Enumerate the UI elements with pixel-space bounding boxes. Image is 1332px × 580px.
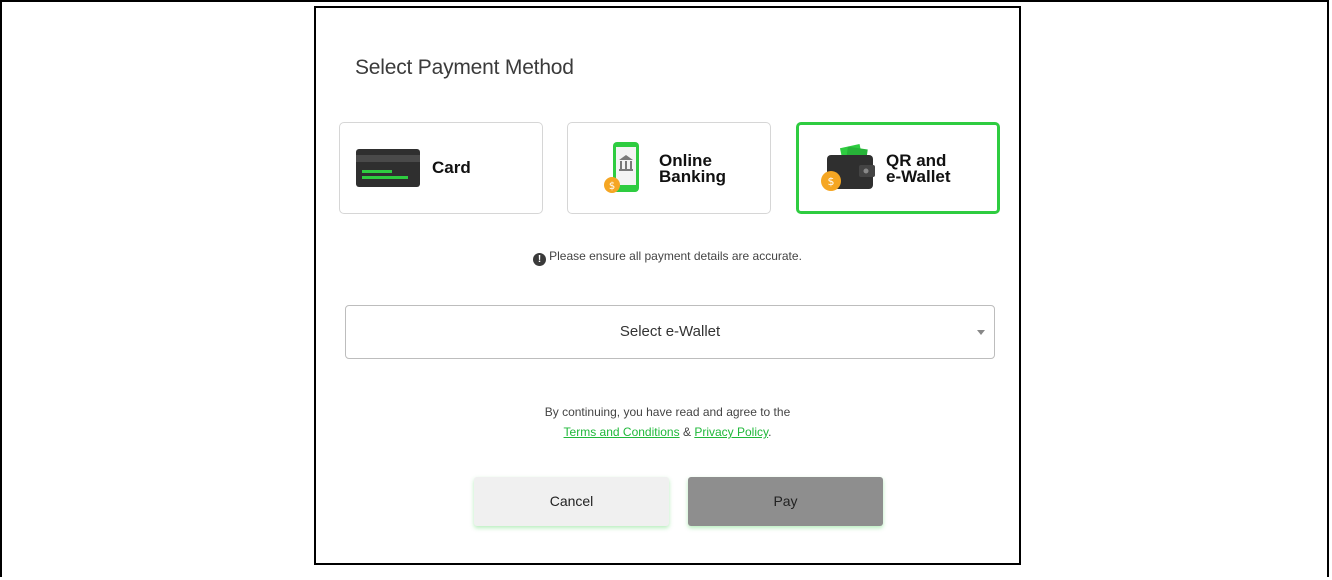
payment-option-qr-ewallet-label: QR and e-Wallet (886, 152, 951, 186)
dialog-title: Select Payment Method (355, 56, 574, 79)
payment-option-online-banking-label: Online Banking (659, 152, 727, 186)
terms-period: . (768, 425, 772, 439)
mobile-bank-icon: $ (603, 140, 645, 203)
payment-method-dialog: Select Payment Method Card $ Online Bank… (314, 6, 1021, 565)
wallet-icon: $ (819, 143, 879, 200)
exclamation-circle-icon: ! (533, 253, 547, 266)
payment-option-card-label: Card (432, 158, 471, 177)
label-line-2: Banking (659, 167, 727, 186)
terms-intro-text: By continuing, you have read and agree t… (544, 405, 791, 419)
privacy-policy-link[interactable]: Privacy Policy (694, 425, 768, 439)
ampersand-text: & (682, 425, 691, 439)
pay-button[interactable]: Pay (688, 477, 883, 526)
accuracy-notice: ! Please ensure all payment details are a… (316, 249, 1019, 266)
svg-text:$: $ (609, 181, 615, 192)
chevron-down-icon (977, 330, 985, 335)
payment-option-qr-ewallet[interactable]: $ QR and e-Wallet (796, 122, 1000, 214)
ewallet-select[interactable]: Select e-Wallet (345, 305, 995, 359)
payment-option-online-banking[interactable]: $ Online Banking (567, 122, 771, 214)
payment-option-card[interactable]: Card (339, 122, 543, 214)
notice-text: Please ensure all payment details are ac… (549, 249, 802, 263)
credit-card-icon (356, 149, 420, 192)
terms-and-conditions-link[interactable]: Terms and Conditions (564, 425, 680, 439)
terms-agreement: By continuing, you have read and agree t… (316, 402, 1019, 442)
cancel-button[interactable]: Cancel (474, 477, 669, 526)
ewallet-select-value: Select e-Wallet (619, 323, 721, 340)
svg-text:$: $ (828, 175, 835, 188)
label-line-2: e-Wallet (886, 167, 951, 186)
